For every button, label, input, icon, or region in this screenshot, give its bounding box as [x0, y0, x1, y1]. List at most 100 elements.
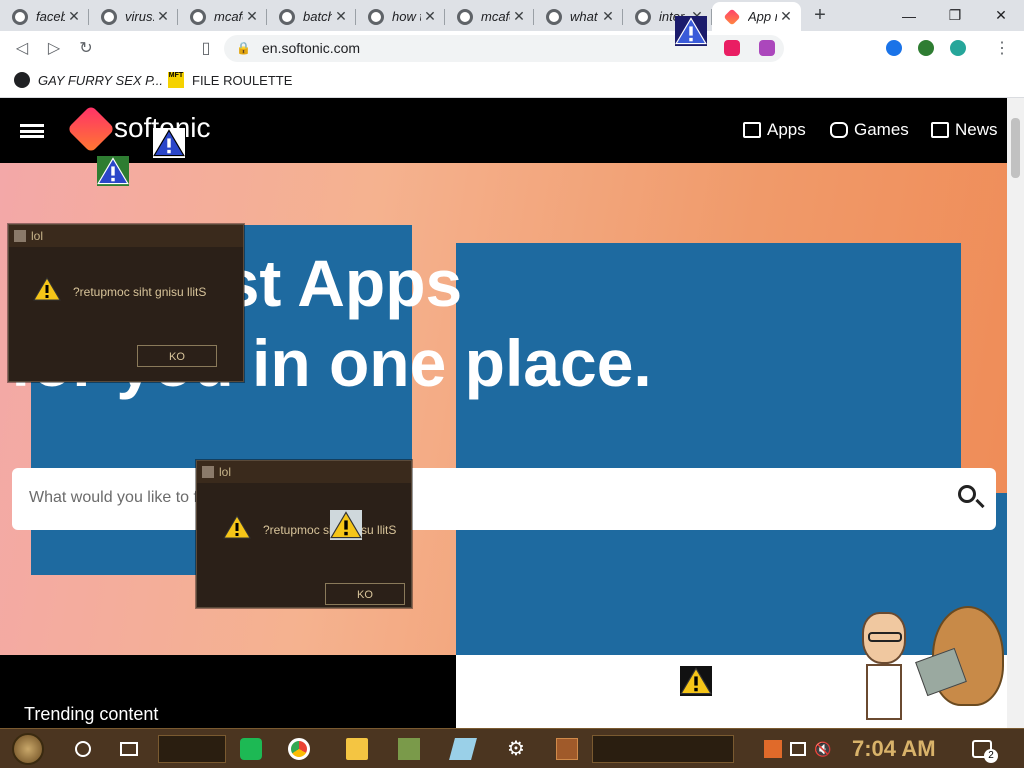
chat-icon[interactable] [240, 738, 262, 760]
dialog-message: ?retupmoc siht gnisu llitS [73, 285, 207, 299]
warning-icon [153, 128, 185, 158]
shield-icon[interactable] [759, 40, 775, 56]
bookmark-item[interactable]: GAY FURRY SEX P... [14, 72, 163, 88]
chrome-icon[interactable] [288, 738, 310, 760]
extension-icon[interactable] [724, 40, 740, 56]
tab-7[interactable]: what i✕ [534, 2, 623, 31]
site-header: softonic Apps Games News [0, 98, 1007, 163]
search-box[interactable]: What would you like to find today? [12, 468, 996, 530]
app-icon[interactable] [449, 738, 477, 760]
nav-news[interactable]: News [931, 120, 998, 140]
tab-4[interactable]: batch ✕ [267, 2, 356, 31]
warning-icon [680, 666, 712, 696]
gamepad-icon [830, 122, 848, 138]
extension-icon[interactable] [950, 40, 966, 56]
chrome-icon [368, 8, 384, 25]
minimize-button[interactable]: — [886, 0, 932, 31]
network-icon[interactable] [790, 742, 806, 756]
url-text: en.softonic.com [262, 40, 361, 56]
bookmarks-bar: GAY FURRY SEX P... MFT FILE ROULETTE [0, 65, 1024, 98]
scrollbar[interactable] [1007, 98, 1024, 728]
close-icon[interactable]: ✕ [243, 8, 261, 25]
chrome-icon [457, 8, 473, 25]
forward-button[interactable]: ▷ [42, 37, 66, 59]
warning-icon [33, 277, 61, 301]
nav-games[interactable]: Games [830, 120, 909, 140]
warning-icon [223, 515, 251, 539]
bookmark-item[interactable]: MFT FILE ROULETTE [168, 72, 292, 88]
tab-label: App n [748, 9, 777, 24]
ok-button[interactable]: KO [325, 583, 405, 605]
menu-icon[interactable]: ⋮ [990, 37, 1014, 59]
close-icon[interactable]: ✕ [65, 8, 83, 25]
close-icon[interactable]: ✕ [510, 8, 528, 25]
folder-icon[interactable] [346, 738, 368, 760]
tab-2[interactable]: virus. ✕ [89, 2, 178, 31]
dialog-title: lol [197, 461, 411, 483]
ok-button[interactable]: KO [137, 345, 217, 367]
notification-badge: 2 [984, 749, 998, 763]
scrollbar-thumb[interactable] [1011, 118, 1020, 178]
app-icon[interactable] [556, 738, 578, 760]
reload-button[interactable]: ↻ [74, 37, 98, 59]
warning-icon [675, 16, 707, 46]
tab-label: what i [570, 9, 599, 24]
tab-5[interactable]: how t ✕ [356, 2, 445, 31]
tab-label: batch [303, 9, 332, 24]
chrome-icon [190, 8, 206, 25]
warning-icon [330, 510, 362, 540]
page-content: softonic Apps Games News The best Apps f… [0, 98, 1007, 728]
search-circle-icon[interactable] [75, 741, 91, 757]
hamster-mascot-icon [915, 606, 1006, 710]
tab-label: mcafe [214, 9, 243, 24]
tab-label: how t [392, 9, 421, 24]
new-tab-button[interactable]: + [805, 4, 835, 27]
browser-toolbar: ◁ ▷ ↻ ▯ 🔒 en.softonic.com ⋮ [0, 31, 1024, 65]
close-icon[interactable]: ✕ [154, 8, 172, 25]
volume-muted-icon[interactable]: 🔇 [814, 738, 836, 760]
nav-label: Apps [767, 120, 806, 139]
error-dialog[interactable]: lol ?retupmoc siht gnisu llitS KO [196, 460, 412, 608]
error-dialog[interactable]: lol ?retupmoc siht gnisu llitS KO [8, 224, 244, 382]
trending-heading: Trending content [24, 704, 159, 724]
close-icon[interactable]: ✕ [777, 8, 795, 25]
search-icon[interactable] [958, 485, 976, 503]
app-icon[interactable] [398, 738, 420, 760]
close-icon[interactable]: ✕ [421, 8, 439, 25]
back-button[interactable]: ◁ [10, 37, 34, 59]
bookmark-icon[interactable]: ▯ [194, 37, 218, 59]
restore-button[interactable]: ❐ [932, 0, 978, 31]
tab-label: faceb [36, 9, 65, 24]
tab-1[interactable]: faceb ✕ [0, 2, 89, 31]
taskbar: ⚙ 🔇 7:04 AM 2 [0, 728, 1024, 768]
tray-app-icon[interactable] [764, 740, 782, 758]
softonic-logo-icon[interactable] [66, 104, 116, 154]
mft-icon: MFT [168, 72, 184, 88]
lock-icon: 🔒 [236, 41, 251, 55]
nav-apps[interactable]: Apps [743, 120, 806, 140]
warning-icon [97, 156, 129, 186]
tab-3[interactable]: mcafe✕ [178, 2, 267, 31]
tab-label: mcafe [481, 9, 510, 24]
task-view-icon[interactable] [120, 742, 138, 756]
tab-strip: faceb✕ virus.✕ mcafe✕ batch✕ how t✕ mcaf… [0, 0, 1024, 31]
chrome-icon [12, 8, 28, 25]
taskbar-slot [592, 735, 734, 763]
tab-6[interactable]: mcafe✕ [445, 2, 534, 31]
start-button[interactable] [12, 733, 44, 765]
taskbar-slot [158, 735, 226, 763]
gear-icon[interactable]: ⚙ [505, 738, 527, 760]
bookmark-label: FILE ROULETTE [192, 72, 293, 88]
tab-9-active[interactable]: App n✕ [712, 2, 801, 31]
extension-icon[interactable] [918, 40, 934, 56]
close-icon[interactable]: ✕ [332, 8, 350, 25]
dialog-title: lol [9, 225, 243, 247]
window-close-button[interactable]: ✕ [978, 0, 1024, 31]
nav-label: News [955, 120, 998, 139]
tab-label: virus. [125, 9, 154, 24]
chrome-icon [101, 8, 117, 25]
extension-icon[interactable] [886, 40, 902, 56]
hamburger-menu-icon[interactable] [20, 124, 44, 138]
clock[interactable]: 7:04 AM [852, 736, 936, 762]
close-icon[interactable]: ✕ [599, 8, 617, 25]
